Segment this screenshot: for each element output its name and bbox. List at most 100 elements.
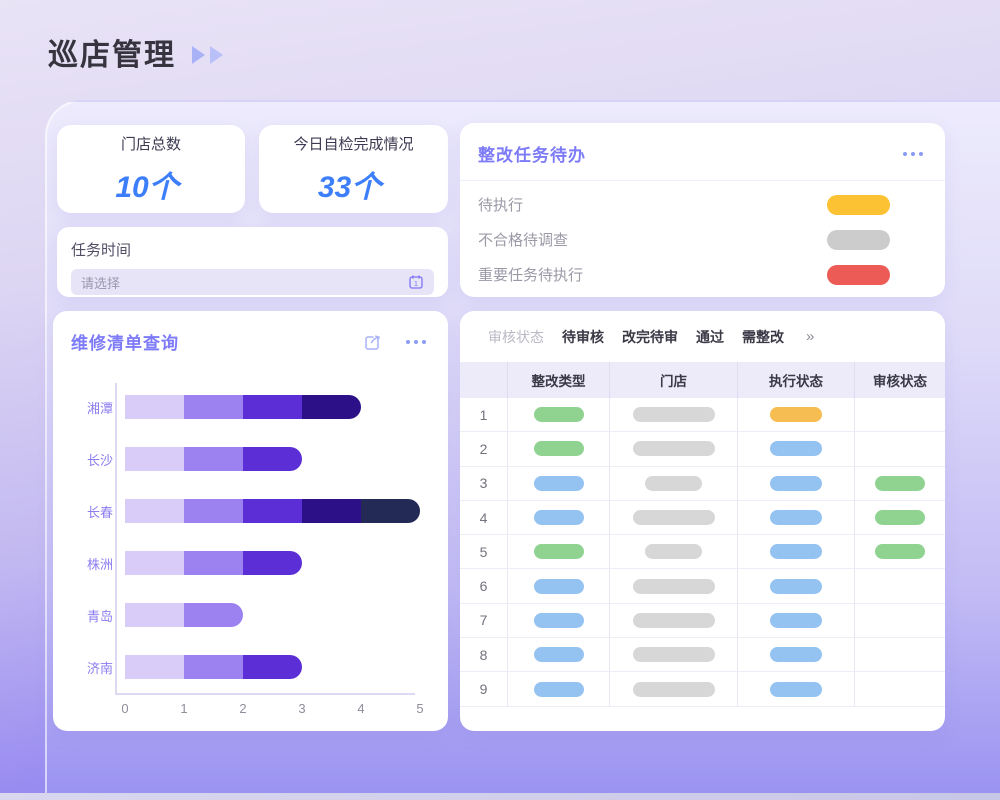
status-pill	[645, 476, 702, 491]
status-pill	[770, 407, 822, 422]
x-tick-label: 5	[416, 701, 423, 716]
row-number: 3	[480, 475, 488, 491]
stacked-bar	[125, 447, 302, 471]
share-export-icon[interactable]	[363, 331, 384, 352]
status-pill	[645, 544, 702, 559]
x-tick-label: 0	[121, 701, 128, 716]
stat-label: 门店总数	[121, 133, 181, 154]
date-picker-input[interactable]: 请选择 1	[71, 269, 434, 295]
bar-segment	[243, 447, 302, 471]
task-time-card: 任务时间 请选择 1	[57, 227, 448, 297]
tab-需整改[interactable]: 需整改	[742, 327, 784, 347]
chart-category-label: 长沙	[63, 450, 113, 469]
bar-segment	[184, 603, 243, 627]
status-pill	[875, 544, 925, 559]
repair-bar-chart: 湘潭长沙长春株洲青岛济南 012345	[63, 381, 438, 701]
chart-category-label: 济南	[63, 658, 113, 677]
column-header: 门店	[610, 362, 738, 398]
calendar-icon[interactable]: 1	[408, 274, 424, 290]
chart-bar-row: 株洲	[63, 537, 438, 589]
chart-category-label: 湘潭	[63, 398, 113, 417]
table-row: 2	[460, 432, 945, 466]
bar-segment	[243, 395, 302, 419]
todo-item: 重要任务待执行	[460, 257, 945, 292]
chart-x-axis	[115, 693, 415, 695]
page-header: 巡店管理	[48, 30, 223, 74]
bar-segment	[184, 655, 243, 679]
todo-item-label: 重要任务待执行	[478, 264, 583, 285]
todo-status-pill	[827, 195, 890, 215]
todo-card: 整改任务待办 待执行不合格待调查重要任务待执行	[460, 123, 945, 297]
bar-segment	[184, 395, 243, 419]
chart-category-label: 青岛	[63, 606, 113, 625]
status-pill	[875, 476, 925, 491]
status-pill	[534, 613, 584, 628]
chart-bar-row: 长春	[63, 485, 438, 537]
todo-status-pill	[827, 230, 890, 250]
status-pill	[770, 441, 822, 456]
row-number: 6	[480, 578, 488, 594]
more-options-icon[interactable]	[406, 340, 426, 344]
column-header: 执行状态	[738, 362, 855, 398]
status-pill	[875, 510, 925, 525]
status-pill	[770, 613, 822, 628]
tab-filter-label: 审核状态	[488, 327, 544, 347]
table-row: 6	[460, 569, 945, 603]
repair-list-card: 维修清单查询 湘潭长沙长春株洲青岛济南 012345	[53, 311, 448, 731]
todo-item-label: 不合格待调查	[478, 229, 568, 250]
chart-bar-row: 湘潭	[63, 381, 438, 433]
row-number: 4	[480, 510, 488, 526]
tab-通过[interactable]: 通过	[696, 327, 724, 347]
bar-segment	[243, 551, 302, 575]
status-pill	[770, 476, 822, 491]
status-pill	[534, 544, 584, 559]
x-tick-label: 3	[298, 701, 305, 716]
stat-card-store-total: 门店总数 10个	[57, 125, 245, 213]
status-pill	[534, 510, 584, 525]
chart-category-label: 株洲	[63, 554, 113, 573]
table-row: 4	[460, 501, 945, 535]
review-table: 整改类型门店执行状态审核状态 123456789	[460, 362, 945, 707]
status-pill	[633, 441, 715, 456]
status-pill	[534, 647, 584, 662]
todo-card-title: 整改任务待办	[478, 141, 586, 166]
tab-待审核[interactable]: 待审核	[562, 327, 604, 347]
bar-segment	[302, 499, 361, 523]
row-number: 2	[480, 441, 488, 457]
bar-segment	[243, 499, 302, 523]
status-pill	[770, 544, 822, 559]
repair-card-title: 维修清单查询	[71, 329, 179, 354]
bar-segment	[184, 447, 243, 471]
status-pill	[633, 613, 715, 628]
bar-segment	[125, 395, 184, 419]
x-tick-label: 2	[239, 701, 246, 716]
todo-item-label: 待执行	[478, 194, 523, 215]
row-number: 5	[480, 544, 488, 560]
chart-bar-row: 济南	[63, 641, 438, 693]
stacked-bar	[125, 603, 243, 627]
tab-改完待审[interactable]: 改完待审	[622, 327, 678, 347]
x-tick-label: 1	[180, 701, 187, 716]
status-pill	[633, 579, 715, 594]
todo-status-pill	[827, 265, 890, 285]
review-table-card: 审核状态 待审核改完待审通过需整改 » 整改类型门店执行状态审核状态 12345…	[460, 311, 945, 731]
title-arrows-icon	[192, 40, 223, 64]
stacked-bar	[125, 395, 361, 419]
table-header-row: 整改类型门店执行状态审核状态	[460, 362, 945, 398]
bar-segment	[302, 395, 361, 419]
task-time-label: 任务时间	[71, 239, 434, 260]
stat-value: 33个	[318, 162, 389, 206]
bar-segment	[125, 551, 184, 575]
tabs-overflow-chevron[interactable]: »	[806, 328, 814, 345]
table-row: 5	[460, 535, 945, 569]
page-title: 巡店管理	[48, 30, 176, 74]
more-options-icon[interactable]	[903, 152, 923, 156]
column-header	[460, 362, 508, 398]
bar-segment	[125, 655, 184, 679]
date-placeholder: 请选择	[81, 273, 120, 292]
bar-segment	[184, 551, 243, 575]
chart-bar-row: 青岛	[63, 589, 438, 641]
table-row: 3	[460, 467, 945, 501]
todo-item: 待执行	[460, 187, 945, 222]
bar-segment	[125, 499, 184, 523]
